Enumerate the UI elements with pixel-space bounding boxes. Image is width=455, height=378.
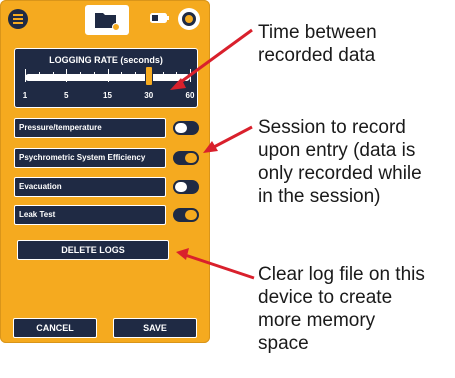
callout-logging-rate: Time between recorded data [258,22,377,66]
arrow-logging-rate [177,28,253,86]
arrow-delete-logs-head [176,248,189,260]
callout-delete-logs: Clear log file on this device to create … [258,264,425,354]
arrow-delete-logs [184,253,255,280]
arrow-sessions [211,125,253,150]
callout-sessions: Session to record upon entry (data is on… [258,117,422,207]
